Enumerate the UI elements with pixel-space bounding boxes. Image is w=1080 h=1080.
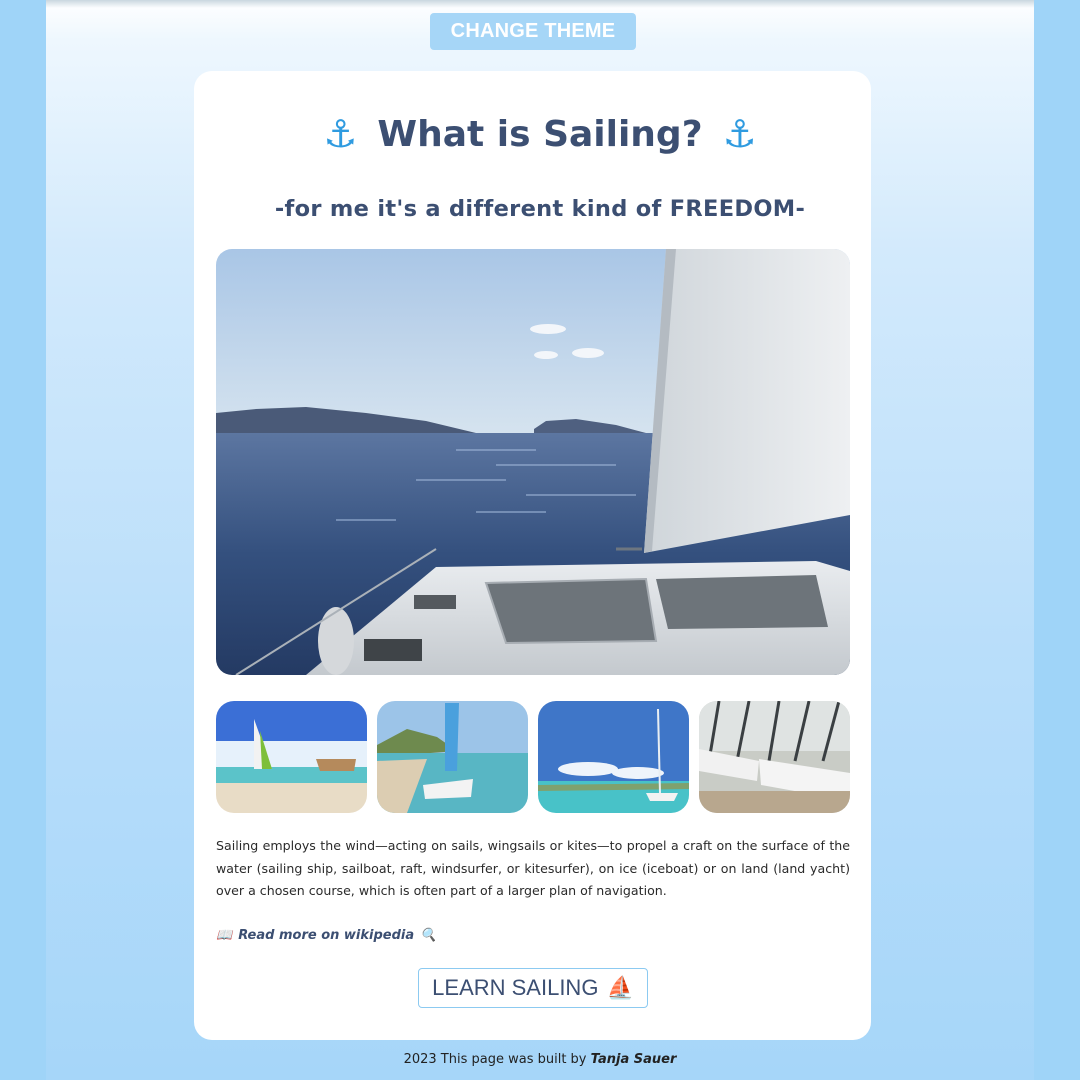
- thumbnail-image[interactable]: [699, 701, 850, 813]
- anchor-icon: ⚓: [323, 112, 358, 156]
- page-title: ⚓ What is Sailing? ⚓: [0, 112, 1080, 156]
- thumbnail-image[interactable]: [377, 701, 528, 813]
- thumbnail-image[interactable]: [216, 701, 367, 813]
- page-title-text: What is Sailing?: [377, 113, 703, 155]
- book-icon: 📖: [216, 927, 233, 943]
- sailboat-icon: ⛵: [606, 975, 634, 1000]
- footer-text: 2023 This page was built by: [403, 1052, 587, 1067]
- anchor-icon: ⚓: [722, 112, 757, 156]
- footer-author: Tanja Sauer: [590, 1052, 677, 1067]
- change-theme-button[interactable]: CHANGE THEME: [430, 13, 636, 50]
- description-text: Sailing employs the wind—acting on sails…: [216, 838, 850, 898]
- hero-image: [216, 249, 850, 675]
- wikipedia-link-label: Read more on wikipedia: [238, 927, 415, 943]
- thumbnail-image[interactable]: [538, 701, 689, 813]
- magnifier-icon: 🔍: [420, 927, 437, 943]
- page-subtitle: -for me it's a different kind of FREEDOM…: [274, 196, 806, 222]
- wikipedia-link[interactable]: 📖 Read more on wikipedia 🔍: [216, 925, 436, 945]
- learn-sailing-label: LEARN SAILING: [432, 975, 599, 1000]
- footer: 2023 This page was built by Tanja Sauer: [0, 1052, 1080, 1067]
- learn-sailing-button[interactable]: LEARN SAILING ⛵: [418, 968, 648, 1008]
